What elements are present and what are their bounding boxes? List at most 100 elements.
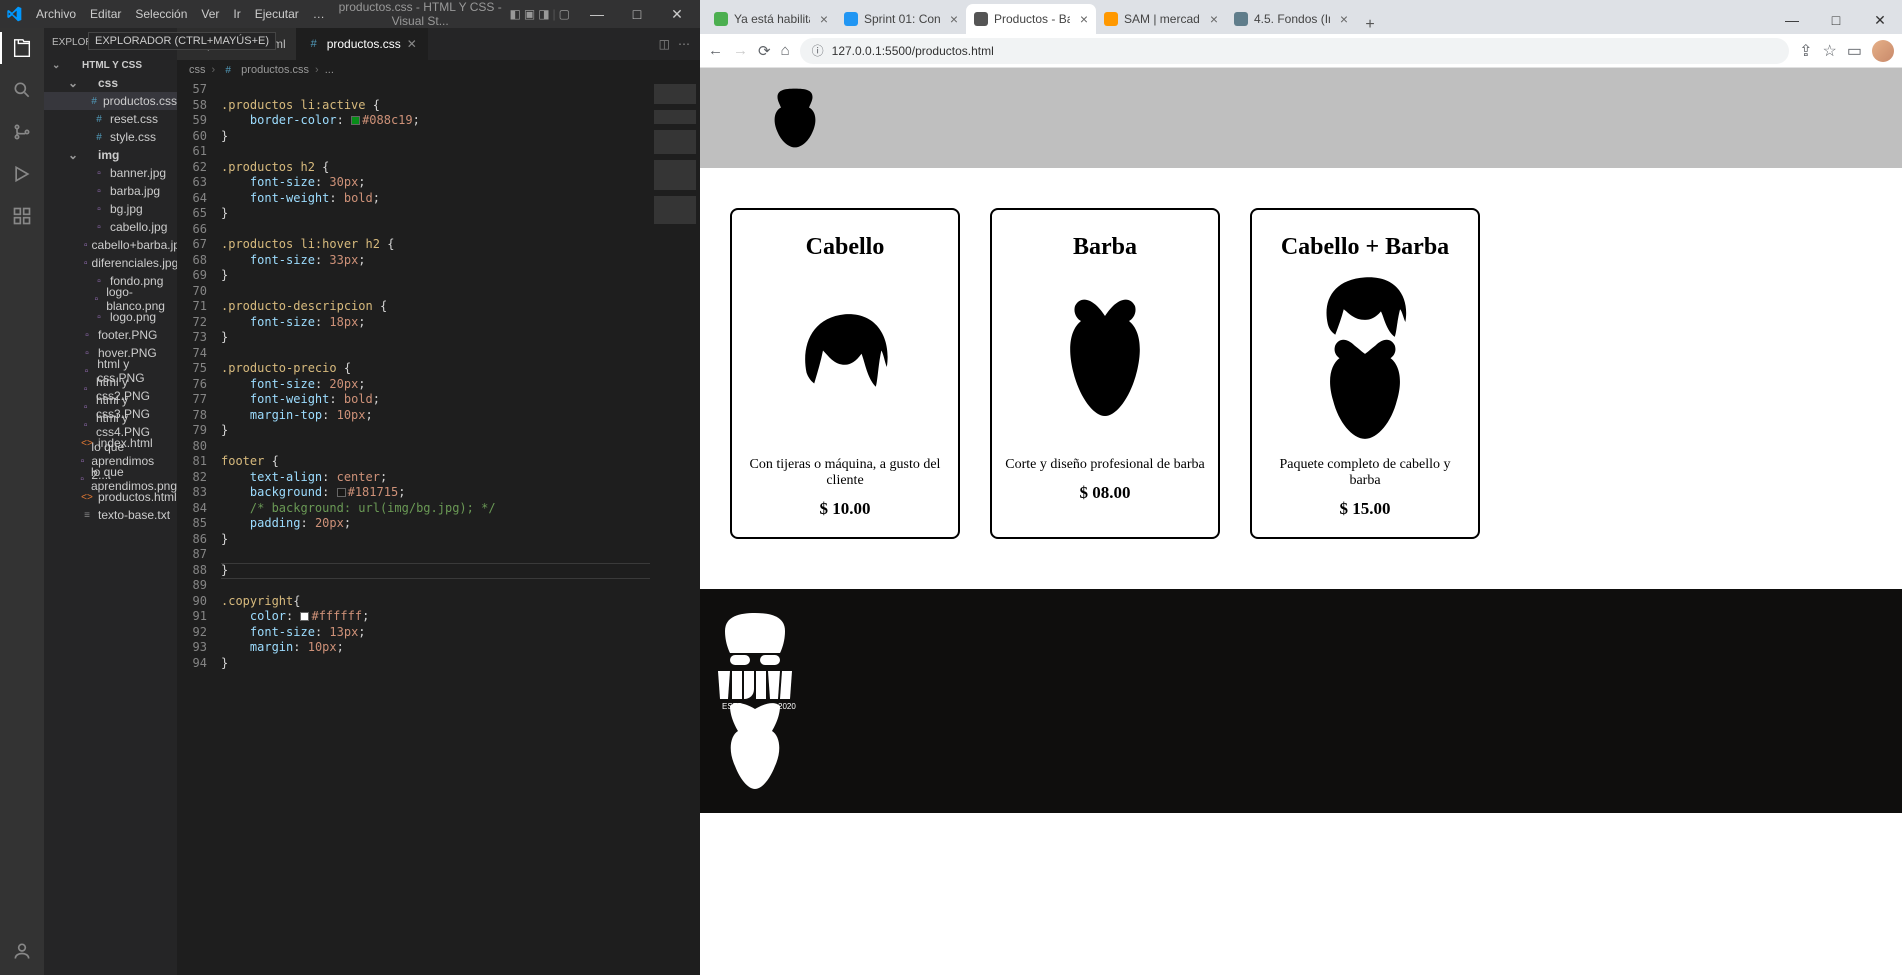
vscode-titlebar: ArchivoEditarSelecciónVerIrEjecutar… pro…	[0, 0, 700, 28]
product-image	[1004, 281, 1206, 431]
close-button[interactable]: ✕	[660, 6, 694, 23]
more-icon[interactable]: ⋯	[678, 37, 690, 51]
close-tab-icon[interactable]: ×	[950, 11, 958, 27]
new-tab-button[interactable]: +	[1356, 16, 1384, 34]
bookmark-icon[interactable]: ☆	[1823, 41, 1837, 61]
reader-icon[interactable]: ▭	[1847, 41, 1862, 61]
tree-row[interactable]: ▫diferenciales.jpg	[44, 254, 177, 272]
window-controls: — □ ✕	[580, 6, 694, 23]
close-tab-icon[interactable]: ×	[1080, 11, 1088, 27]
tree-row[interactable]: ▫cabello+barba.jpg	[44, 236, 177, 254]
menu-…[interactable]: …	[307, 5, 331, 23]
svg-text:2020: 2020	[778, 702, 796, 711]
share-icon[interactable]: ⇪	[1799, 41, 1812, 61]
close-tab-icon[interactable]: ×	[1210, 11, 1218, 27]
minimize-button[interactable]: —	[1770, 6, 1814, 34]
code-editor[interactable]: 57 58 59 60 61 62 63 64 65 66 67 68 69 7…	[177, 80, 700, 975]
product-image	[744, 281, 946, 431]
product-description: Con tijeras o máquina, a gusto del clien…	[744, 457, 946, 489]
source-control-icon[interactable]	[10, 120, 34, 144]
tree-row[interactable]: ≡texto-base.txt	[44, 506, 177, 524]
browser-tabstrip: Ya está habilitada×Sprint 01: Constru×Pr…	[700, 0, 1902, 34]
minimap[interactable]	[650, 80, 700, 975]
tree-row[interactable]: ▫lo que aprendimos.png	[44, 470, 177, 488]
reload-button[interactable]: ⟳	[758, 42, 771, 60]
tree-row[interactable]: ▫footer.PNG	[44, 326, 177, 344]
vscode-window: ArchivoEditarSelecciónVerIrEjecutar… pro…	[0, 0, 700, 975]
tree-row[interactable]: ⌄HTML Y CSS	[44, 56, 177, 74]
tree-row[interactable]: ▫cabello.jpg	[44, 218, 177, 236]
activity-bar	[0, 28, 44, 975]
browser-tab[interactable]: Sprint 01: Constru×	[836, 4, 966, 34]
menu-ejecutar[interactable]: Ejecutar	[249, 5, 305, 23]
zen-icon[interactable]: ▢	[559, 7, 570, 21]
forward-button[interactable]: →	[733, 42, 748, 59]
line-numbers: 57 58 59 60 61 62 63 64 65 66 67 68 69 7…	[177, 80, 221, 975]
search-icon[interactable]	[10, 78, 34, 102]
close-tab-icon[interactable]: ×	[1340, 11, 1348, 27]
product-card[interactable]: Barba Corte y diseño profesional de barb…	[990, 208, 1220, 539]
tree-row[interactable]: ▫barba.jpg	[44, 182, 177, 200]
product-title: Cabello	[744, 234, 946, 261]
explorer-icon[interactable]	[10, 36, 34, 60]
site-info-icon[interactable]: ⓘ	[812, 42, 824, 59]
tree-row[interactable]: ▫bg.jpg	[44, 200, 177, 218]
product-title: Barba	[1004, 234, 1206, 261]
window-title: productos.css - HTML Y CSS - Visual St..…	[331, 0, 510, 28]
browser-tab[interactable]: SAM | mercado×	[1096, 4, 1226, 34]
tree-row[interactable]: ▫html y css4.PNG	[44, 416, 177, 434]
breadcrumbs[interactable]: css›# productos.css›...	[177, 60, 700, 80]
maximize-button[interactable]: □	[620, 6, 654, 22]
close-tab-icon[interactable]: ×	[820, 11, 828, 27]
explorer-tooltip: Explorador (Ctrl+Mayús+E)	[88, 32, 276, 50]
menu-ver[interactable]: Ver	[195, 5, 225, 23]
product-card[interactable]: Cabello Con tijeras o máquina, a gusto d…	[730, 208, 960, 539]
close-tab-icon[interactable]: ✕	[407, 37, 417, 51]
tree-row[interactable]: ⌄css	[44, 74, 177, 92]
panel-right-icon[interactable]: ◨	[538, 7, 549, 21]
tree-row[interactable]: <>productos.html	[44, 488, 177, 506]
browser-tab[interactable]: Productos - Barbe×	[966, 4, 1096, 34]
browser-tab[interactable]: Ya está habilitada×	[706, 4, 836, 34]
product-title: Cabello + Barba	[1264, 234, 1466, 261]
browser-window: Ya está habilitada×Sprint 01: Constru×Pr…	[700, 0, 1902, 975]
browser-tab[interactable]: 4.5. Fondos (Intro×	[1226, 4, 1356, 34]
vscode-logo-icon	[6, 6, 22, 22]
tree-row[interactable]: ▫banner.jpg	[44, 164, 177, 182]
tree-row[interactable]: #style.css	[44, 128, 177, 146]
menu-ir[interactable]: Ir	[227, 5, 246, 23]
product-price: $ 08.00	[1004, 483, 1206, 503]
page-header	[700, 68, 1902, 168]
alura-footer-logo: ESTD 2020	[700, 611, 810, 791]
product-price: $ 10.00	[744, 499, 946, 519]
panel-bottom-icon[interactable]: ▣	[524, 7, 535, 21]
layout-icons: ◧ ▣ ◨ | ▢	[510, 7, 571, 21]
tree-row[interactable]: ▫logo-blanco.png	[44, 290, 177, 308]
menu-selección[interactable]: Selección	[129, 5, 193, 23]
maximize-button[interactable]: □	[1814, 6, 1858, 34]
menu-editar[interactable]: Editar	[84, 5, 127, 23]
product-price: $ 15.00	[1264, 499, 1466, 519]
split-editor-icon[interactable]: ◫	[659, 37, 670, 51]
close-button[interactable]: ✕	[1858, 6, 1902, 34]
home-button[interactable]: ⌂	[781, 42, 790, 59]
product-card[interactable]: Cabello + Barba Paquete completo de cabe…	[1250, 208, 1480, 539]
account-icon[interactable]	[10, 939, 34, 963]
tree-row[interactable]: #productos.css	[44, 92, 177, 110]
tree-row[interactable]: #reset.css	[44, 110, 177, 128]
address-bar[interactable]: ⓘ 127.0.0.1:5500/productos.html	[800, 38, 1789, 64]
back-button[interactable]: ←	[708, 42, 723, 59]
editor-group: <>productos.html#productos.css✕ ◫ ⋯ css›…	[177, 28, 700, 975]
editor-tab[interactable]: #productos.css✕	[297, 28, 428, 60]
run-debug-icon[interactable]	[10, 162, 34, 186]
beard-logo-icon	[760, 83, 830, 153]
extensions-icon[interactable]	[10, 204, 34, 228]
minimize-button[interactable]: —	[580, 6, 614, 22]
menu-archivo[interactable]: Archivo	[30, 5, 82, 23]
url-text: 127.0.0.1:5500/productos.html	[832, 44, 994, 58]
code-content[interactable]: .productos li:active { border-color: #08…	[221, 80, 650, 975]
cursor-line	[221, 563, 682, 579]
profile-avatar[interactable]	[1872, 40, 1894, 62]
tree-row[interactable]: ⌄img	[44, 146, 177, 164]
panel-left-icon[interactable]: ◧	[510, 7, 521, 21]
